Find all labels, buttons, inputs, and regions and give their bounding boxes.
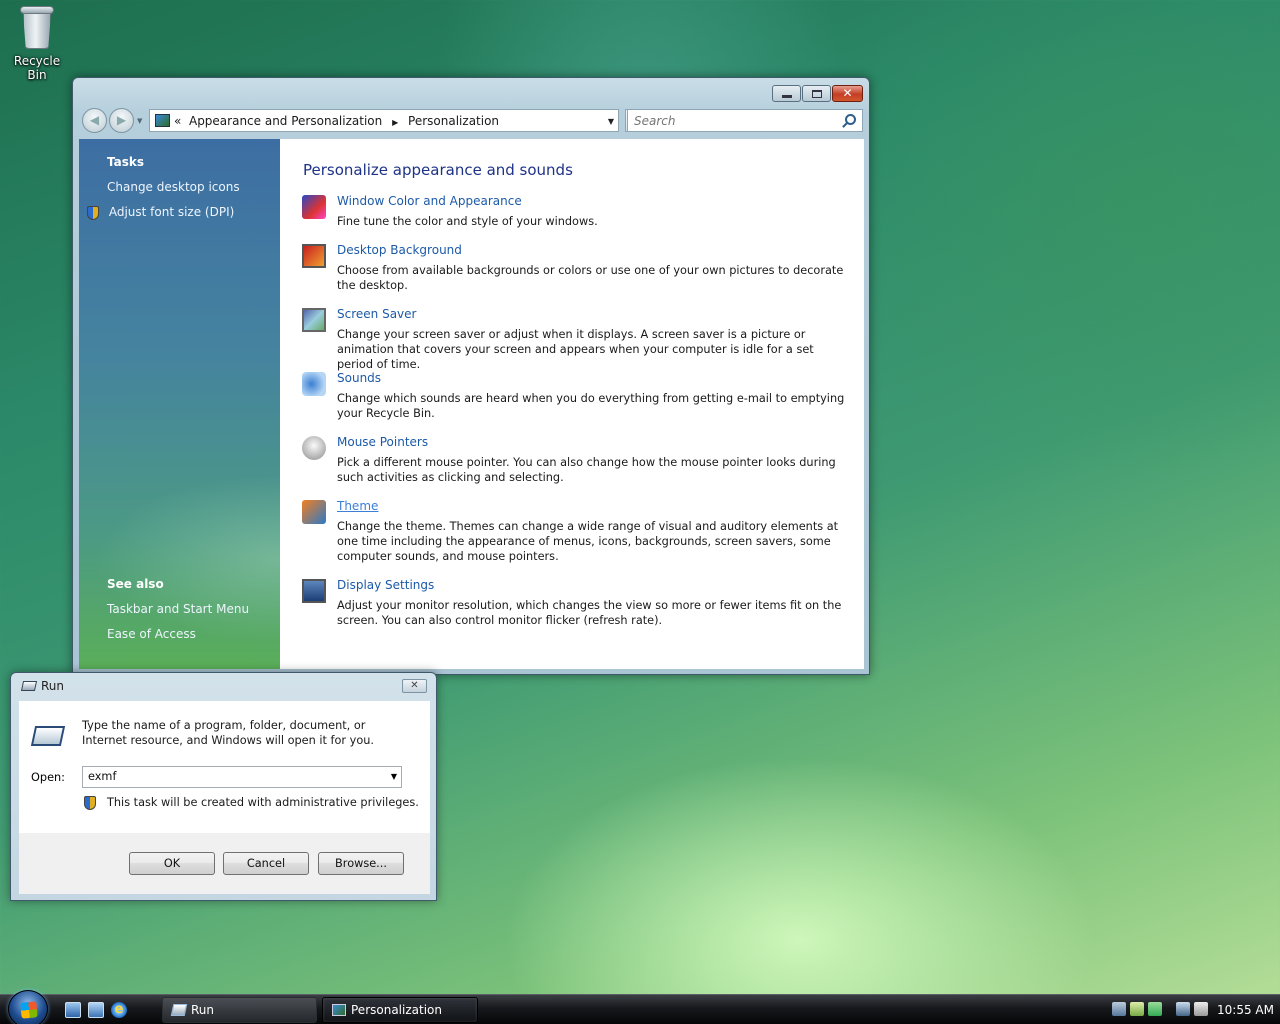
breadcrumb-chevron-icon[interactable]: ▶	[392, 118, 398, 127]
mouse-pointers-icon[interactable]	[302, 436, 326, 460]
breadcrumb-item-personalization[interactable]: Personalization	[408, 114, 499, 128]
window-color-link[interactable]: Window Color and Appearance	[337, 194, 522, 208]
theme-icon[interactable]	[302, 500, 326, 524]
desktop-background-icon[interactable]	[302, 244, 326, 268]
screen-saver-description: Change your screen saver or adjust when …	[337, 328, 814, 371]
address-bar[interactable]: « Appearance and Personalization ▶ Perso…	[149, 109, 619, 132]
search-icon[interactable]	[845, 114, 856, 125]
change-desktop-icons-link[interactable]: Change desktop icons	[107, 180, 240, 194]
sounds-link[interactable]: Sounds	[337, 371, 381, 385]
taskbar: e Run Personalization 10:55 AM	[0, 990, 1280, 1024]
theme-description: Change the theme. Themes can change a wi…	[337, 520, 839, 563]
run-dialog: Run ✕ Type the name of a program, folder…	[10, 672, 437, 901]
window-color-description: Fine tune the color and style of your wi…	[337, 215, 598, 228]
search-box[interactable]	[627, 109, 863, 132]
taskbar-button-label: Personalization	[351, 1003, 442, 1017]
close-button[interactable]: ✕	[832, 85, 863, 102]
cancel-button[interactable]: Cancel	[223, 852, 309, 875]
run-dialog-title: Run	[41, 679, 65, 693]
control-panel-icon	[332, 1004, 346, 1016]
taskbar-start-menu-link[interactable]: Taskbar and Start Menu	[107, 602, 249, 616]
run-close-button[interactable]: ✕	[402, 679, 427, 693]
mouse-pointers-description: Pick a different mouse pointer. You can …	[337, 456, 836, 484]
see-also-heading: See also	[107, 577, 164, 591]
internet-explorer-icon[interactable]: e	[111, 1002, 127, 1018]
control-panel-icon	[155, 114, 170, 127]
browse-button[interactable]: Browse...	[318, 852, 404, 875]
adjust-font-size-label: Adjust font size (DPI)	[108, 205, 235, 219]
notification-area: 10:55 AM	[1108, 998, 1280, 1022]
run-program-icon	[30, 726, 66, 746]
network-icon[interactable]	[1176, 1002, 1190, 1016]
forward-button[interactable]: ▶	[109, 108, 134, 133]
run-icon	[170, 1004, 188, 1016]
tray-device-icon[interactable]	[1112, 1002, 1126, 1016]
show-desktop-icon[interactable]	[65, 1002, 81, 1018]
desktop-background-link[interactable]: Desktop Background	[337, 243, 462, 257]
switch-windows-icon[interactable]	[88, 1002, 104, 1018]
close-icon: ✕	[842, 86, 853, 100]
recent-pages-dropdown[interactable]: ▼	[137, 117, 142, 125]
open-combobox[interactable]: ▼	[82, 766, 402, 788]
navigation-bar: ◀ ▶ ▼ « Appearance and Personalization ▶…	[81, 108, 863, 134]
maximize-icon	[812, 90, 822, 98]
run-description: Type the name of a program, folder, docu…	[82, 719, 375, 747]
breadcrumb: « Appearance and Personalization ▶ Perso…	[174, 114, 499, 128]
taskbar-button-label: Run	[191, 1003, 215, 1017]
open-input[interactable]	[88, 770, 378, 783]
back-arrow-icon: ◀	[89, 113, 100, 127]
ease-of-access-link[interactable]: Ease of Access	[107, 627, 196, 641]
clock[interactable]: 10:55 AM	[1217, 1003, 1274, 1017]
run-title-icon	[20, 681, 38, 691]
chevron-down-icon[interactable]: ▼	[391, 772, 397, 781]
maximize-button[interactable]	[802, 85, 831, 102]
volume-muted-icon[interactable]	[1194, 1002, 1208, 1016]
page-title: Personalize appearance and sounds	[303, 161, 573, 179]
open-label: Open:	[31, 771, 65, 784]
recycle-bin-icon	[20, 6, 54, 50]
start-button[interactable]	[8, 990, 48, 1024]
run-dialog-content: Type the name of a program, folder, docu…	[19, 701, 430, 833]
minimize-button[interactable]	[772, 85, 801, 102]
task-pane: Tasks Change desktop icons Adjust font s…	[79, 139, 280, 669]
breadcrumb-item-appearance[interactable]: Appearance and Personalization	[189, 114, 382, 128]
ok-button[interactable]: OK	[129, 852, 215, 875]
window-controls: ✕	[772, 85, 863, 102]
window-color-icon[interactable]	[302, 195, 326, 219]
display-settings-icon[interactable]	[302, 579, 326, 603]
personalization-window: ✕ ◀ ▶ ▼ « Appearance and Personalization…	[72, 77, 870, 675]
forward-arrow-icon: ▶	[116, 113, 127, 127]
windows-logo-icon	[20, 1001, 38, 1019]
search-input[interactable]	[634, 114, 834, 128]
content-pane: Personalize appearance and sounds Window…	[280, 139, 864, 669]
display-settings-description: Adjust your monitor resolution, which ch…	[337, 599, 842, 627]
tasks-heading: Tasks	[107, 155, 145, 169]
sounds-description: Change which sounds are heard when you d…	[337, 392, 845, 420]
desktop-background-description: Choose from available backgrounds or col…	[337, 264, 844, 292]
uac-shield-icon	[87, 205, 99, 220]
address-dropdown-icon[interactable]: ▼	[608, 117, 614, 126]
tray-program-icon[interactable]	[1130, 1002, 1144, 1016]
minimize-icon	[782, 95, 792, 98]
adjust-font-size-link[interactable]: Adjust font size (DPI)	[87, 205, 234, 220]
back-button[interactable]: ◀	[82, 108, 107, 133]
tray-security-icon[interactable]	[1148, 1002, 1162, 1016]
theme-link[interactable]: Theme	[337, 499, 378, 513]
uac-shield-icon	[84, 796, 96, 810]
recycle-bin-label: Recycle Bin	[13, 54, 61, 82]
screen-saver-icon[interactable]	[302, 308, 326, 332]
sounds-icon[interactable]	[302, 372, 326, 396]
screen-saver-link[interactable]: Screen Saver	[337, 307, 416, 321]
mouse-pointers-link[interactable]: Mouse Pointers	[337, 435, 428, 449]
recycle-bin-shortcut[interactable]: Recycle Bin	[4, 2, 70, 82]
breadcrumb-overflow[interactable]: «	[174, 114, 181, 128]
taskbar-button-run[interactable]: Run	[162, 997, 317, 1023]
admin-privileges-note: This task will be created with administr…	[107, 796, 419, 809]
close-icon: ✕	[410, 680, 419, 691]
taskbar-button-personalization[interactable]: Personalization	[322, 997, 478, 1023]
run-dialog-body: Type the name of a program, folder, docu…	[19, 701, 430, 894]
display-settings-link[interactable]: Display Settings	[337, 578, 434, 592]
